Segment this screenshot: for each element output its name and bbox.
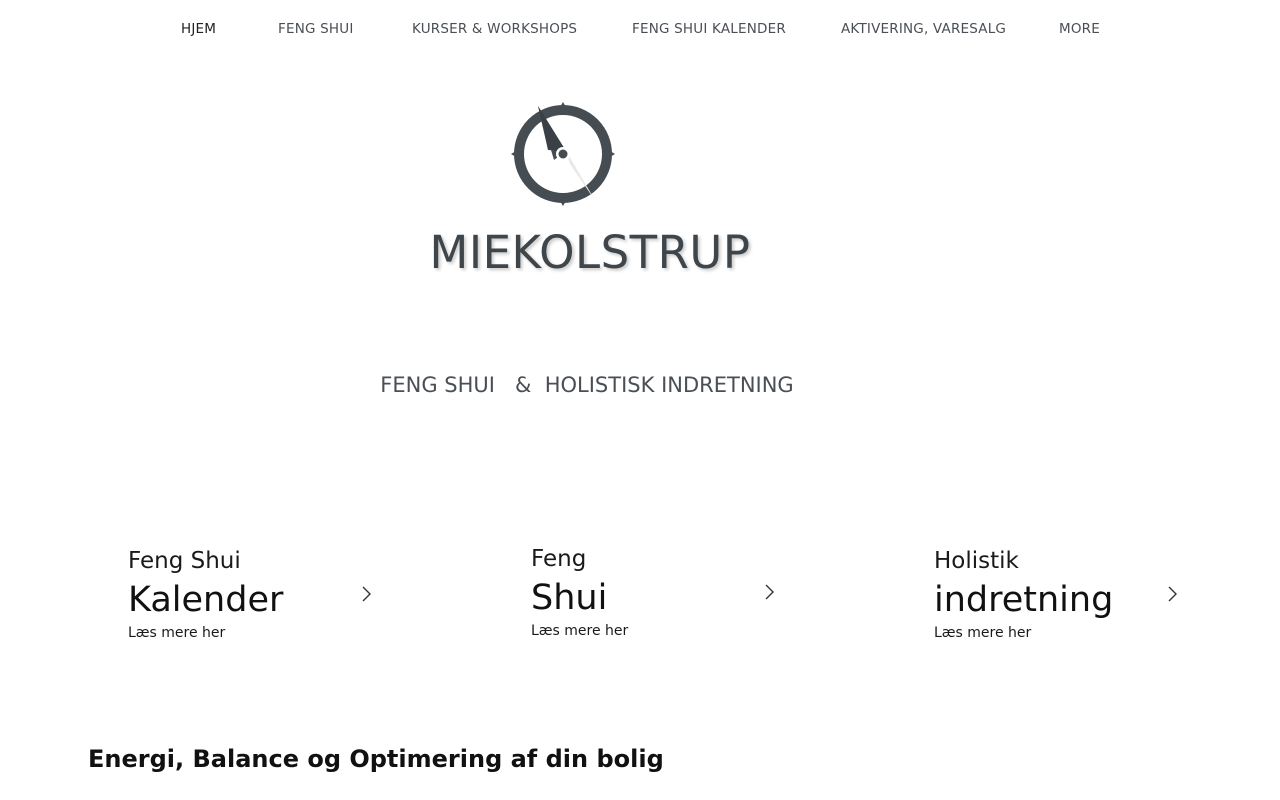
nav-item-feng-shui-kalender[interactable]: FENG SHUI KALENDER [632,21,786,37]
card-subtitle: Holistik [934,548,1019,574]
card-read-more-link[interactable]: Læs mere her [531,623,628,639]
logo-wordmark: MIEKOLSTRUP [429,226,751,279]
card-feng-shui[interactable]: Feng Shui Læs mere her [531,546,791,646]
card-title: Kalender [128,580,284,620]
card-read-more-link[interactable]: Læs mere her [128,625,225,641]
chevron-right-icon[interactable] [360,585,372,603]
card-subtitle: Feng [531,546,587,572]
compass-icon [511,102,615,206]
chevron-right-icon[interactable] [763,583,775,601]
card-title: Shui [531,578,608,618]
main-navigation: HJEM FENG SHUI KURSER & WORKSHOPS FENG S… [0,0,1280,62]
card-holistik-indretning[interactable]: Holistik indretning Læs mere her [934,548,1194,648]
card-feng-shui-kalender[interactable]: Feng Shui Kalender Læs mere her [128,548,388,648]
nav-item-aktivering-varesalg[interactable]: AKTIVERING, VARESALG [841,21,1006,37]
site-logo[interactable]: MIEKOLSTRUP [420,98,760,288]
nav-item-kurser-workshops[interactable]: KURSER & WORKSHOPS [412,21,577,37]
card-title: indretning [934,580,1114,620]
nav-item-more[interactable]: MORE [1059,21,1100,37]
card-read-more-link[interactable]: Læs mere her [934,625,1031,641]
nav-item-feng-shui[interactable]: FENG SHUI [278,21,354,37]
section-heading: Energi, Balance og Optimering af din bol… [88,745,664,773]
chevron-right-icon[interactable] [1166,585,1178,603]
card-subtitle: Feng Shui [128,548,241,574]
tagline: FENG SHUI & HOLISTISK INDRETNING [380,373,794,397]
nav-item-hjem[interactable]: HJEM [181,21,216,37]
